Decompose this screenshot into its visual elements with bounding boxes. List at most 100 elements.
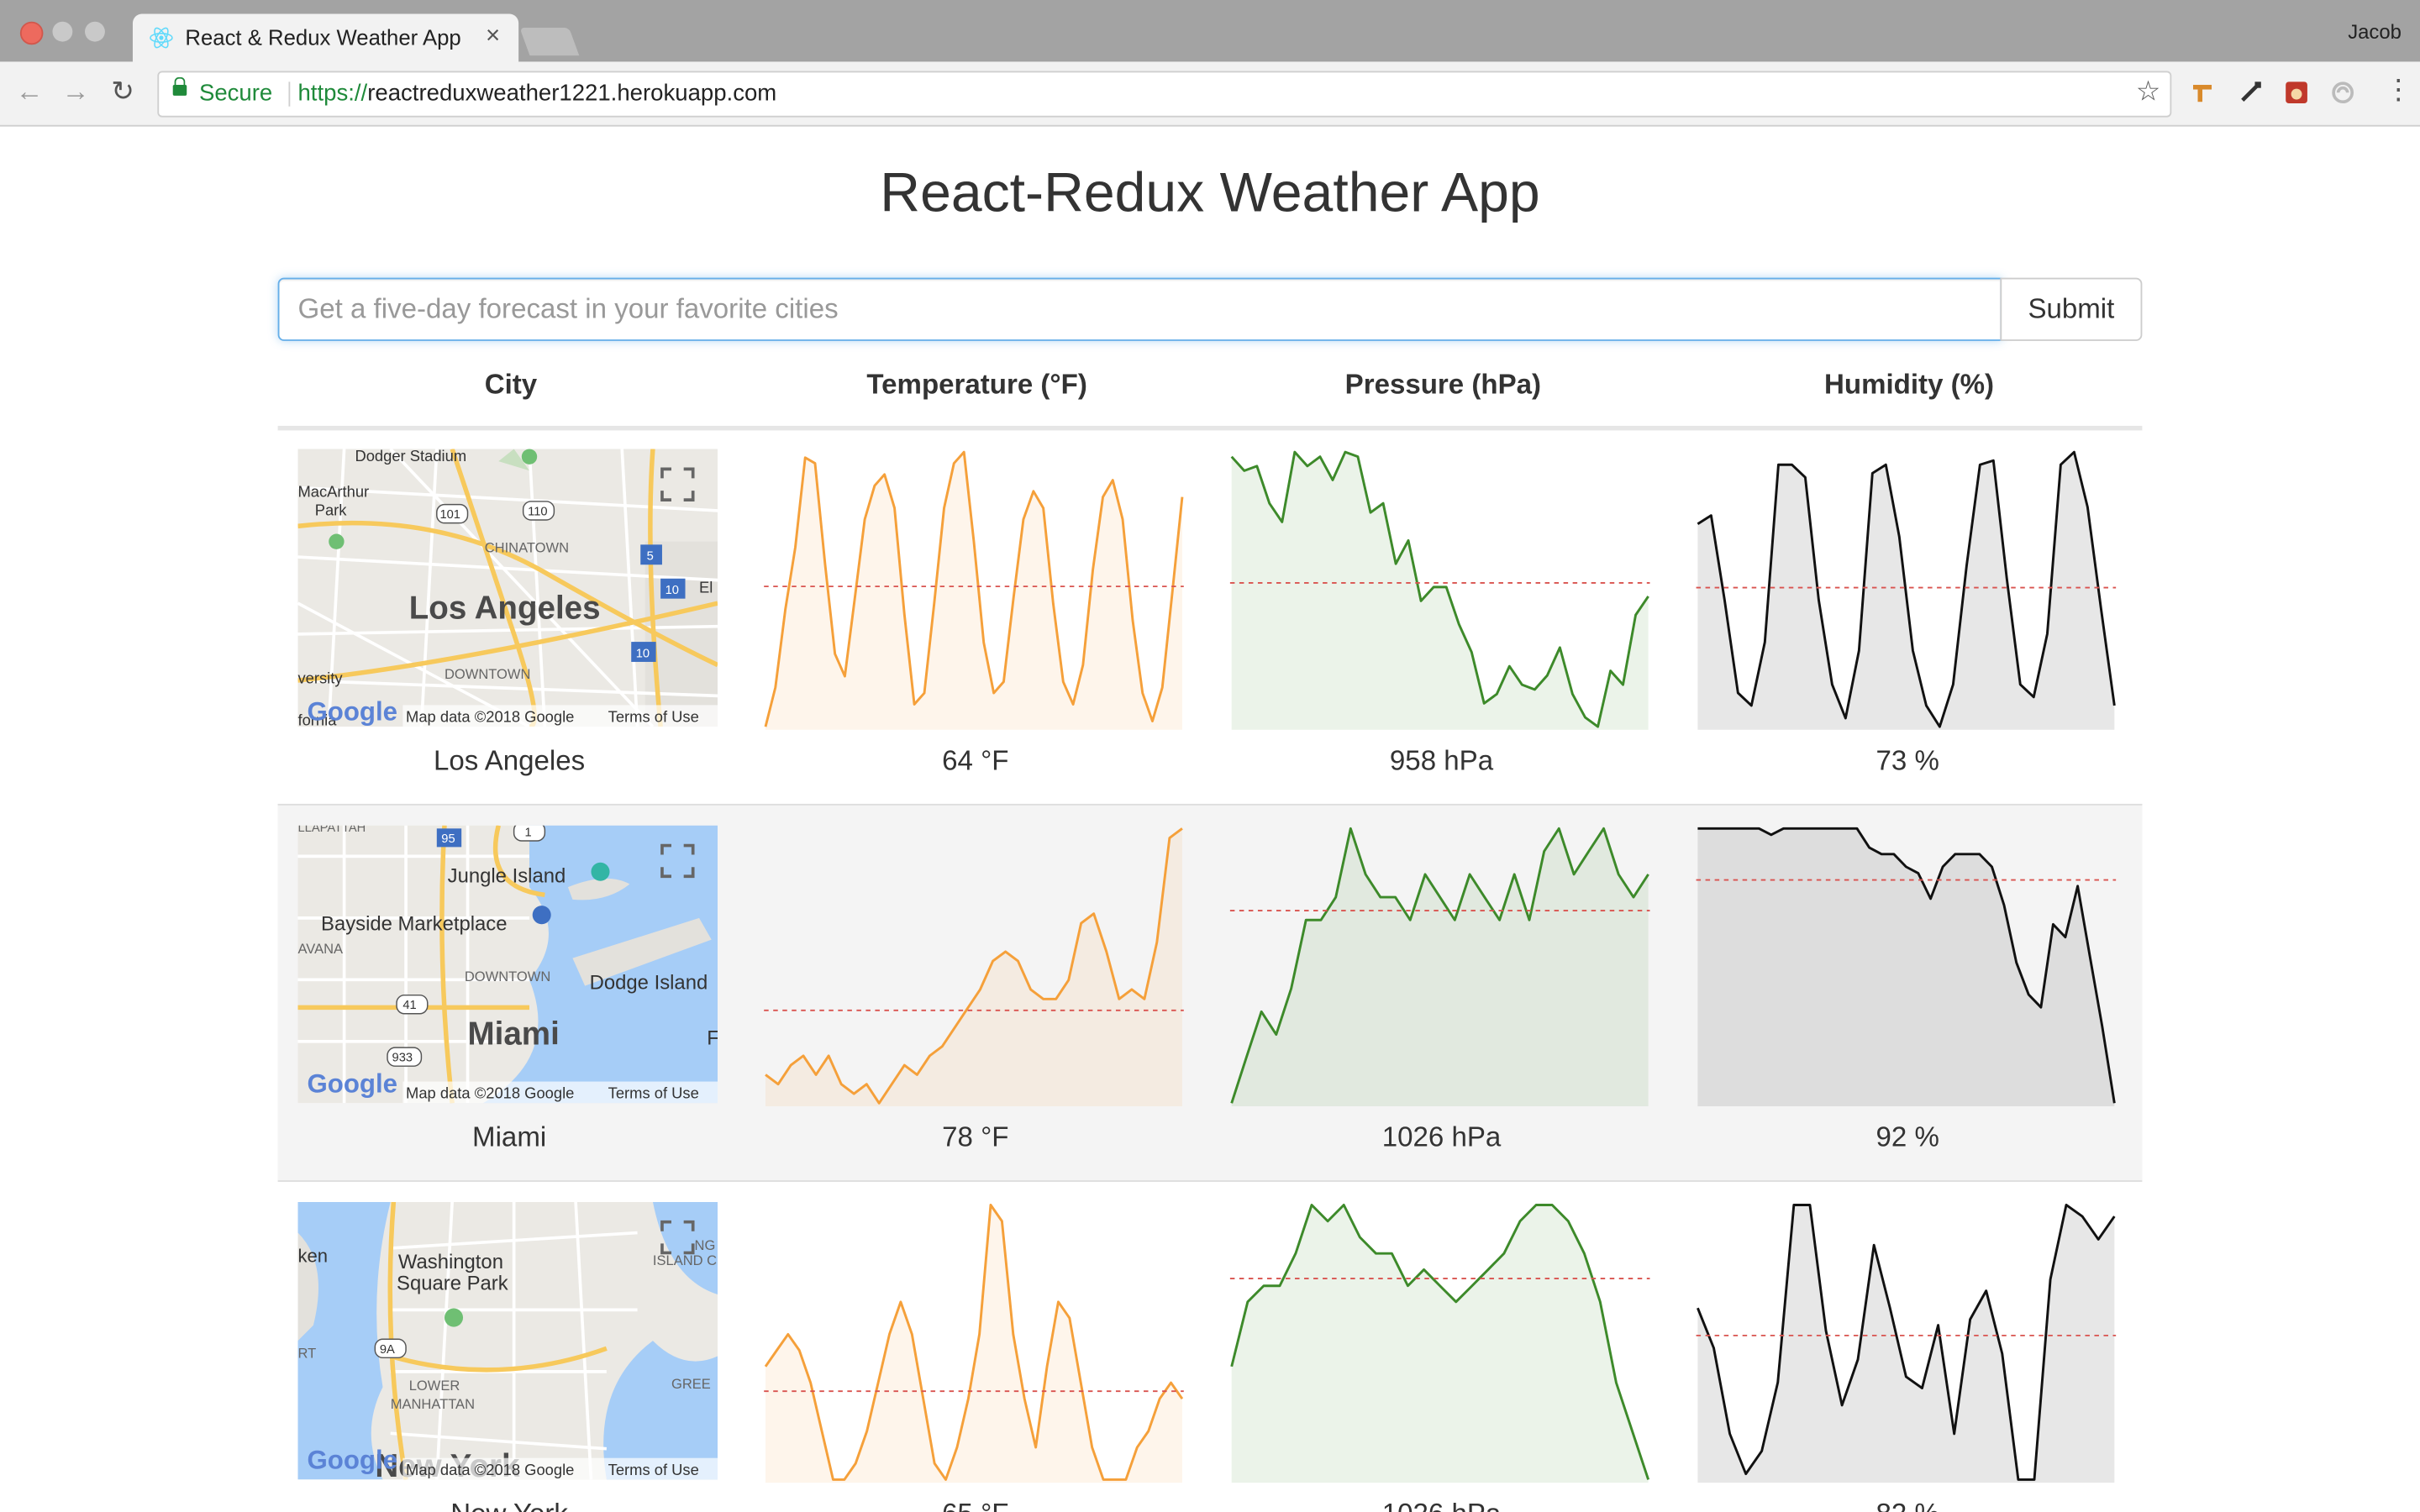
tab-title: React & Redux Weather App [185, 24, 461, 50]
map-label: ken [297, 1245, 328, 1266]
react-favicon-icon [150, 27, 173, 49]
tab-close-icon[interactable]: × [486, 24, 500, 51]
map-label: CHINATOWN [485, 540, 569, 556]
humidity-chart [1696, 449, 2117, 730]
sparkline-area [1697, 1205, 2115, 1483]
temperature-average: 64 °F [942, 745, 1009, 776]
browser-tab[interactable]: React & Redux Weather App × [132, 13, 519, 62]
google-logo: Google [308, 1068, 398, 1098]
map-label: versity [297, 669, 343, 687]
close-window-button[interactable] [19, 21, 44, 45]
sparkline-area [1231, 452, 1649, 730]
extension-red-icon[interactable] [2284, 81, 2308, 105]
map-label: LOWER [409, 1378, 460, 1394]
temperature-average: 78 °F [942, 1121, 1009, 1153]
city-search-input[interactable] [277, 277, 2002, 341]
table-header: City Temperature (°F) Pressure (hPa) Hum… [277, 349, 2143, 431]
temperature-chart [764, 826, 1184, 1106]
address-separator [288, 81, 291, 107]
google-logo: Google [308, 697, 398, 727]
sparkline-area [765, 828, 1182, 1106]
humidity-chart [1696, 826, 2117, 1106]
humidity-average: 82 % [1676, 1498, 2139, 1512]
column-header-humidity: Humidity (%) [1824, 368, 1995, 400]
forward-arrow-icon[interactable]: → [61, 76, 89, 108]
highway-shield: 10 [666, 584, 679, 597]
browser-menu-icon[interactable]: ⋮ [2385, 76, 2412, 103]
city-name: New York [278, 1498, 741, 1512]
map-los-angeles[interactable]: Dodger Stadium MacArthur Park CHINATOWN … [297, 449, 718, 727]
pressure-average: 1026 hPa [1381, 1121, 1502, 1153]
humidity-average: 73 % [1876, 745, 1939, 776]
url-text[interactable]: https://reactreduxweather1221.herokuapp.… [297, 81, 776, 107]
new-tab-button[interactable] [519, 28, 580, 56]
map-label: Bayside Marketplace [321, 913, 507, 936]
browser-toolbar: ← → ↻ Secure https://reactreduxweather12… [0, 61, 2420, 127]
terms-of-use-link[interactable]: Terms of Use [608, 708, 699, 726]
pressure-average: 958 hPa [1389, 745, 1494, 776]
minimize-window-button[interactable] [52, 21, 73, 42]
sparkline-area [765, 1205, 1182, 1483]
browser-tab-bar: React & Redux Weather App × Jacob [0, 0, 2420, 62]
table-row: Dodger Stadium MacArthur Park CHINATOWN … [278, 428, 2143, 804]
highway-shield: 95 [441, 832, 455, 846]
map-label: Dodge Island [590, 971, 708, 994]
highway-shield: 41 [402, 999, 416, 1012]
terms-of-use-link[interactable]: Terms of Use [608, 1084, 699, 1102]
map-label: NG [695, 1237, 716, 1253]
reload-icon[interactable]: ↻ [111, 76, 134, 108]
row-divider [277, 1180, 2143, 1182]
page-title: React-Redux Weather App [880, 160, 1540, 224]
highway-shield: 9A [380, 1343, 395, 1357]
url-host: reactreduxweather1221.herokuapp.com [367, 80, 777, 107]
highway-shield: 101 [439, 508, 460, 522]
map-label: Square Park [397, 1273, 508, 1295]
address-bar[interactable]: Secure https://reactreduxweather1221.her… [157, 71, 2172, 118]
map-label: Jungle Island [448, 865, 566, 888]
sparkline-area [1231, 1205, 1649, 1483]
highway-shield: 933 [392, 1052, 413, 1065]
map-miami[interactable]: LLAPATTAH Jungle Island Bayside Marketpl… [297, 825, 718, 1104]
pressure-chart [1229, 449, 1650, 730]
map-attribution: Map data ©2018 Google [406, 1084, 574, 1102]
row-divider [277, 803, 2143, 806]
zoom-window-button[interactable] [85, 21, 105, 42]
search-form: Submit [277, 277, 2143, 341]
city-name: Los Angeles [434, 745, 586, 776]
map-label: RT [297, 1345, 316, 1361]
map-label: ISLAND C [653, 1252, 717, 1268]
eyedropper-icon[interactable] [2238, 81, 2262, 105]
extension-tool-icon[interactable] [2190, 81, 2214, 105]
extension-grey-icon[interactable] [2330, 81, 2354, 105]
google-logo: Google [308, 1446, 398, 1475]
map-label: MANHATTAN [391, 1396, 475, 1412]
highway-shield: 110 [528, 505, 547, 518]
map-label: El [699, 578, 713, 596]
map-label: AVANA [297, 941, 343, 957]
pressure-chart [1229, 1202, 1650, 1483]
sparkline-area [1231, 828, 1649, 1106]
url-scheme: https:// [297, 80, 368, 107]
secure-label: Secure [198, 80, 273, 107]
highway-shield: 1 [524, 827, 531, 840]
map-new-york[interactable]: Washington Square Park ken RT LOWER MANH… [297, 1201, 718, 1480]
map-label: GREE [671, 1376, 711, 1392]
svg-text:LLAPATTAH: LLAPATTAH [297, 826, 366, 835]
column-header-city: City [484, 368, 538, 400]
highway-shield: 10 [636, 647, 650, 660]
profile-name[interactable]: Jacob [2348, 20, 2402, 44]
map-label: DOWNTOWN [445, 666, 530, 682]
pressure-chart [1229, 826, 1650, 1106]
back-arrow-icon[interactable]: ← [15, 76, 43, 108]
column-header-temperature: Temperature (°F) [866, 368, 1087, 400]
highway-shield: 5 [647, 550, 654, 564]
temperature-average: 65 °F [744, 1498, 1207, 1512]
humidity-chart [1696, 1202, 2117, 1483]
bookmark-star-icon[interactable]: ☆ [2136, 76, 2161, 108]
terms-of-use-link[interactable]: Terms of Use [608, 1461, 699, 1478]
map-attribution: Map data ©2018 Google [406, 1461, 574, 1478]
humidity-average: 92 % [1876, 1121, 1939, 1153]
submit-button[interactable]: Submit [2000, 277, 2143, 341]
temperature-chart [764, 1202, 1184, 1483]
column-header-pressure: Pressure (hPa) [1344, 368, 1542, 400]
